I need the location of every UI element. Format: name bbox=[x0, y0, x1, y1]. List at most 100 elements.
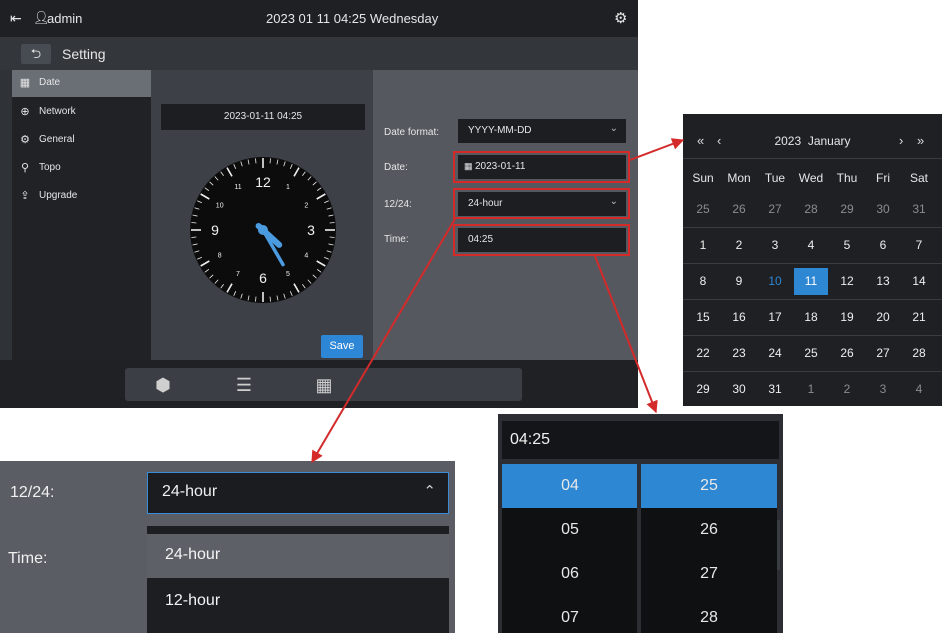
sidebar-item-topo[interactable]: ⚲ Topo bbox=[12, 155, 151, 182]
save-button[interactable]: Save bbox=[321, 335, 363, 358]
calendar-day[interactable]: 27 bbox=[866, 340, 900, 367]
clock-number: 7 bbox=[236, 271, 240, 278]
scrollbar[interactable] bbox=[777, 520, 780, 570]
calendar-day[interactable]: 15 bbox=[686, 304, 720, 331]
calendar-day[interactable]: 17 bbox=[758, 304, 792, 331]
sidebar-item-label: Topo bbox=[39, 162, 61, 173]
back-arrow-icon: ⮌ bbox=[30, 46, 42, 61]
calendar-day[interactable]: 19 bbox=[830, 304, 864, 331]
hour-option[interactable]: 05 bbox=[502, 508, 638, 552]
hour-mode-value: 24-hour bbox=[162, 483, 218, 500]
calendar-day[interactable]: 16 bbox=[722, 304, 756, 331]
hour-option[interactable]: 06 bbox=[502, 552, 638, 596]
option-label: 24-hour bbox=[165, 546, 221, 563]
minute-option[interactable]: 27 bbox=[641, 552, 777, 596]
calendar-day[interactable]: 20 bbox=[866, 304, 900, 331]
minute-option[interactable]: 28 bbox=[641, 596, 777, 640]
upgrade-icon: ⇪ bbox=[20, 190, 30, 202]
username: admin bbox=[47, 11, 83, 26]
gear-icon: ⚙ bbox=[20, 134, 30, 146]
calendar-day[interactable]: 3 bbox=[866, 376, 900, 403]
calendar-day[interactable]: 7 bbox=[902, 232, 936, 259]
clock-number: 1 bbox=[286, 184, 290, 191]
hour-option[interactable]: 04 bbox=[502, 464, 638, 508]
logout-icon[interactable]: ⇤ bbox=[10, 10, 22, 27]
calendar-day[interactable]: 11 bbox=[794, 268, 828, 295]
calendar-day[interactable]: 29 bbox=[686, 376, 720, 403]
date-label: Date: bbox=[384, 162, 408, 173]
calendar-month[interactable]: January bbox=[808, 134, 851, 148]
calendar-year[interactable]: 2023 bbox=[774, 134, 801, 148]
sidebar-item-label: Date bbox=[39, 77, 61, 88]
calendar-day[interactable]: 12 bbox=[830, 268, 864, 295]
option-24-hour[interactable]: 24-hour bbox=[147, 534, 449, 578]
calendar-day[interactable]: 27 bbox=[758, 196, 792, 223]
calendar-day[interactable]: 26 bbox=[830, 340, 864, 367]
calendar-day[interactable]: 13 bbox=[866, 268, 900, 295]
sidebar-item-label: General bbox=[39, 134, 75, 145]
date-format-select[interactable]: YYYY-MM-DD ⌄ bbox=[458, 119, 626, 143]
minute-option[interactable]: 25 bbox=[641, 464, 777, 508]
sidebar-item-label: Network bbox=[39, 106, 76, 117]
calendar-day[interactable]: 30 bbox=[722, 376, 756, 403]
cube-icon[interactable]: ⬢ bbox=[152, 374, 174, 396]
calendar-day[interactable]: 28 bbox=[794, 196, 828, 223]
gear-icon[interactable]: ⚙ bbox=[614, 9, 627, 27]
weekday-header: Mon bbox=[727, 171, 751, 185]
time-picker-header[interactable]: 04:25 bbox=[502, 421, 779, 459]
calendar-day[interactable]: 31 bbox=[758, 376, 792, 403]
calendar-day[interactable]: 31 bbox=[902, 196, 936, 223]
sidebar-item-general[interactable]: ⚙ General bbox=[12, 127, 151, 154]
calendar-day[interactable]: 22 bbox=[686, 340, 720, 367]
hour-column[interactable]: 04 05 06 07 bbox=[502, 464, 638, 633]
calendar-day[interactable]: 4 bbox=[794, 232, 828, 259]
calendar-day[interactable]: 29 bbox=[830, 196, 864, 223]
option-12-hour[interactable]: 12-hour bbox=[147, 580, 449, 624]
clock-minor-tick bbox=[191, 236, 197, 238]
date-format-label: Date format: bbox=[384, 127, 440, 138]
globe-icon: ⊕ bbox=[20, 106, 30, 118]
calendar-icon[interactable]: ▦ bbox=[313, 374, 335, 396]
calendar-day[interactable]: 25 bbox=[686, 196, 720, 223]
chevron-down-icon: ⌄ bbox=[609, 123, 618, 134]
calendar-day[interactable]: 1 bbox=[686, 232, 720, 259]
sidebar-item-label: Upgrade bbox=[39, 190, 78, 201]
calendar-day[interactable]: 2 bbox=[722, 232, 756, 259]
calendar-day[interactable]: 9 bbox=[722, 268, 756, 295]
calendar-day[interactable]: 1 bbox=[794, 376, 828, 403]
back-button[interactable]: ⮌ bbox=[21, 44, 51, 64]
clock-number: 5 bbox=[286, 271, 290, 278]
option-label: 12-hour bbox=[165, 592, 221, 609]
next-year-button[interactable]: » bbox=[917, 133, 924, 148]
calendar-day[interactable]: 2 bbox=[830, 376, 864, 403]
calendar-day[interactable]: 24 bbox=[758, 340, 792, 367]
clock-minor-tick bbox=[329, 236, 335, 238]
calendar-day[interactable]: 26 bbox=[722, 196, 756, 223]
sidebar-item-date[interactable]: ▦ Date bbox=[12, 70, 151, 97]
calendar-day[interactable]: 23 bbox=[722, 340, 756, 367]
topology-icon: ⚲ bbox=[20, 162, 30, 174]
calendar-day[interactable]: 28 bbox=[902, 340, 936, 367]
calendar-day[interactable]: 25 bbox=[794, 340, 828, 367]
time-picker-value: 04:25 bbox=[510, 431, 551, 448]
minute-column[interactable]: 25 26 27 28 bbox=[641, 464, 777, 633]
calendar-day[interactable]: 6 bbox=[866, 232, 900, 259]
calendar-day[interactable]: 3 bbox=[758, 232, 792, 259]
calendar-day[interactable]: 30 bbox=[866, 196, 900, 223]
calendar-day[interactable]: 8 bbox=[686, 268, 720, 295]
divider bbox=[683, 227, 942, 228]
next-month-button[interactable]: › bbox=[899, 133, 903, 148]
sidebar-item-network[interactable]: ⊕ Network bbox=[12, 99, 151, 126]
hour-option[interactable]: 07 bbox=[502, 596, 638, 640]
calendar-day[interactable]: 18 bbox=[794, 304, 828, 331]
server-icon[interactable]: ☰ bbox=[233, 374, 255, 396]
hour-mode-select-open[interactable]: 24-hour ⌃ bbox=[147, 472, 449, 514]
calendar-day[interactable]: 5 bbox=[830, 232, 864, 259]
sidebar-item-upgrade[interactable]: ⇪ Upgrade bbox=[12, 183, 151, 210]
calendar-day[interactable]: 14 bbox=[902, 268, 936, 295]
clock-number: 11 bbox=[234, 184, 241, 191]
calendar-day[interactable]: 4 bbox=[902, 376, 936, 403]
calendar-day[interactable]: 10 bbox=[758, 268, 792, 295]
minute-option[interactable]: 26 bbox=[641, 508, 777, 552]
calendar-day[interactable]: 21 bbox=[902, 304, 936, 331]
